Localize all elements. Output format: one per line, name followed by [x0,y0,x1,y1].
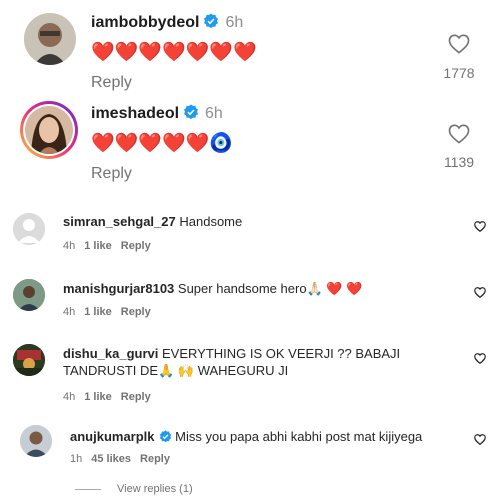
reply-button[interactable]: Reply [121,306,151,318]
comment-username[interactable]: anujkumarplk [70,429,172,444]
comment-time: 4h [63,391,76,403]
heart-icon[interactable] [448,34,470,54]
reply-button[interactable]: Reply [121,391,151,403]
comment-anuj: anujkumarplk Miss you papa abhi kabhi po… [0,420,500,480]
comment-text: Super handsome hero🙏🏻 ❤️ ❤️ [177,281,363,296]
comment-body: simran_sehgal_27 Handsome [63,213,443,230]
comment-meta: 4h 1 like Reply [63,391,160,403]
comment-body: anujkumarplk Miss you papa abhi kabhi po… [70,428,470,445]
user-avatar-icon [13,279,45,311]
esha-avatar-icon [25,106,73,154]
heart-icon[interactable] [474,287,486,298]
comment-username[interactable]: manishgurjar8103 [63,281,174,296]
reply-button[interactable]: Reply [91,165,132,183]
comment-username[interactable]: iambobbydeol 6h [91,13,244,32]
heart-icon[interactable] [448,124,470,144]
user-avatar-icon [20,425,52,457]
comment-time: 6h [205,105,223,122]
comment-likes[interactable]: 1 like [84,306,112,318]
comment-text: Handsome [179,214,243,229]
comment-time: 1h [70,453,83,465]
avatar[interactable] [20,425,52,457]
verified-badge-icon [184,104,199,119]
comment-text: Miss you papa abhi kabhi post mat kijiye… [175,429,423,444]
comment-time: 6h [225,14,244,31]
bobby-avatar-icon [24,13,76,65]
reply-button[interactable]: Reply [91,74,132,92]
avatar[interactable] [24,13,76,65]
default-avatar-icon [13,213,45,245]
comment-body: manishgurjar8103 Super handsome hero🙏🏻 ❤… [63,280,463,297]
verified-badge-icon [204,13,219,28]
divider [75,488,101,490]
comment-time: 4h [63,240,76,252]
comment-simran: simran_sehgal_27 Handsome 4h 1 like Reply [0,205,500,265]
comment-manish: manishgurjar8103 Super handsome hero🙏🏻 ❤… [0,270,500,330]
heart-icon[interactable] [474,221,486,232]
comment-dishu: dishu_ka_gurvi EVERYTHING IS OK VEERJI ?… [0,335,500,415]
comment-meta: 4h 1 like Reply [63,306,160,318]
comment-text: ❤️❤️❤️❤️❤️🧿 [91,133,233,154]
reply-button[interactable]: Reply [121,240,151,252]
avatar[interactable] [20,101,78,159]
comment-username[interactable]: dishu_ka_gurvi [63,346,158,361]
comment-meta: 4h 1 like Reply [63,240,160,252]
comment-text: ❤️❤️❤️❤️❤️❤️❤️ [91,42,257,63]
user-avatar-icon [13,344,45,376]
view-replies-label: View replies (1) [117,483,193,495]
comment-likes[interactable]: 1 like [84,391,112,403]
comment-likes[interactable]: 45 likes [91,453,131,465]
comment-imeshadeol: imeshadeol 6h ❤️❤️❤️❤️❤️🧿 Reply 1139 [0,95,500,195]
heart-icon[interactable] [474,353,486,364]
like-count: 1139 [443,154,475,170]
comment-username[interactable]: simran_sehgal_27 [63,214,176,229]
heart-icon[interactable] [474,434,486,445]
comment-iambobbydeol: iambobbydeol 6h ❤️❤️❤️❤️❤️❤️❤️ Reply 1778 [0,0,500,95]
view-replies-button[interactable]: View replies (1) [75,483,193,495]
avatar[interactable] [13,213,45,245]
like-count: 1778 [443,65,475,81]
verified-badge-icon [159,430,171,443]
comment-username[interactable]: imeshadeol 6h [91,104,223,123]
avatar[interactable] [13,279,45,311]
comment-body: dishu_ka_gurvi EVERYTHING IS OK VEERJI ?… [63,345,463,379]
comment-likes[interactable]: 1 like [84,240,112,252]
comment-time: 4h [63,306,76,318]
avatar[interactable] [13,344,45,376]
comment-meta: 1h 45 likes Reply [70,453,179,465]
reply-button[interactable]: Reply [140,453,170,465]
